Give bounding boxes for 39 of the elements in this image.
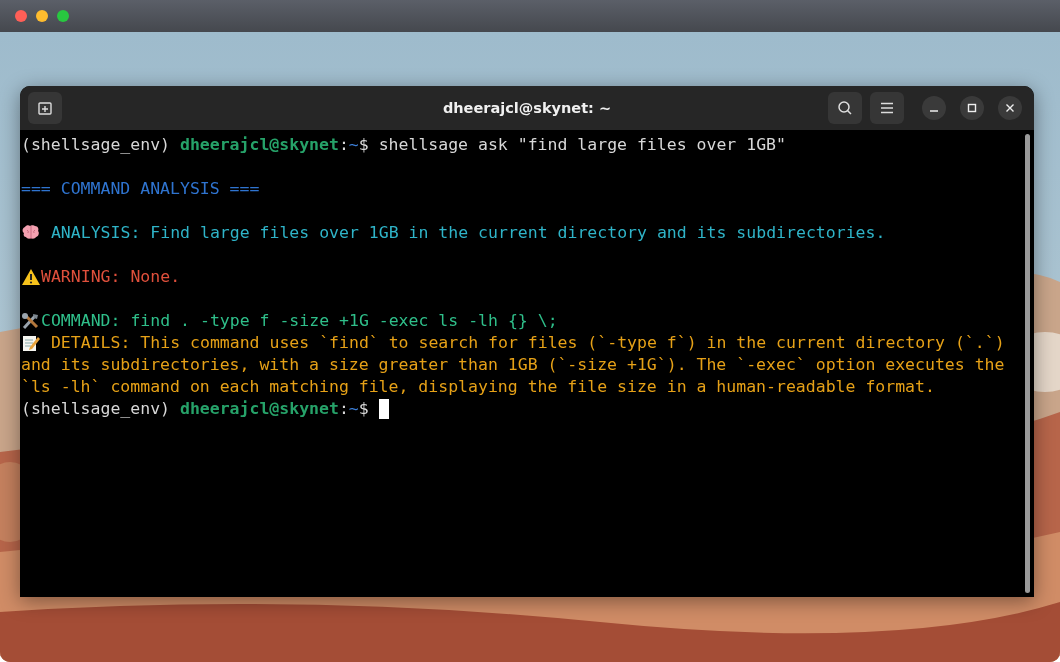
new-tab-button[interactable] <box>28 92 62 124</box>
memo-icon <box>21 334 41 352</box>
terminal-text: : <box>338 398 349 420</box>
terminal-text: (shellsage_env) <box>21 398 171 420</box>
terminal-text: (shellsage_env) <box>21 134 171 156</box>
menu-icon <box>880 102 894 114</box>
prompt-user: dheerajcl@skynet <box>179 398 339 420</box>
window-title: dheerajcl@skynet: ~ <box>442 100 612 116</box>
prompt-path: ~ <box>348 398 359 420</box>
minimize-dot-icon[interactable] <box>36 10 48 22</box>
terminal-text: : <box>338 134 349 156</box>
menu-button[interactable] <box>870 92 904 124</box>
close-dot-icon[interactable] <box>15 10 27 22</box>
warning-text: WARNING: None. <box>41 266 181 288</box>
scrollbar[interactable] <box>1025 134 1030 593</box>
prompt-path: ~ <box>348 134 359 156</box>
details-text: `ls -lh` command on each matching file, displaying the file size in a human-readable format. <box>21 376 935 398</box>
close-icon <box>1005 103 1015 113</box>
terminal-text: $ <box>358 398 370 420</box>
prompt-user: dheerajcl@skynet <box>179 134 339 156</box>
warning-icon <box>21 268 41 286</box>
details-text: and its subdirectories, with a size greater than 1GB (`-size +1G`). The `-exec` option executes the <box>21 354 1005 376</box>
search-icon <box>837 100 853 116</box>
search-button[interactable] <box>828 92 862 124</box>
new-tab-icon <box>37 100 53 116</box>
text-cursor <box>378 399 389 419</box>
close-button[interactable] <box>998 96 1022 120</box>
minimize-button[interactable] <box>922 96 946 120</box>
analysis-text: ANALYSIS: Find large files over 1GB in the current directory and its subdirectories. <box>49 222 886 244</box>
command-text: COMMAND: find . -type f -size +1G -exec ls -lh {} \; <box>41 310 558 332</box>
zoom-dot-icon[interactable] <box>57 10 69 22</box>
tools-icon <box>21 312 41 330</box>
maximize-button[interactable] <box>960 96 984 120</box>
terminal-text: $ shellsage ask "find large files over 1GB" <box>358 134 786 156</box>
minimize-icon <box>930 110 938 112</box>
maximize-icon <box>967 103 977 113</box>
brain-icon <box>21 224 41 242</box>
details-text: DETAILS: This command uses `find` to search for files (`-type f`) in the current directory (`.`) <box>49 332 1005 354</box>
section-header: === COMMAND ANALYSIS === <box>21 178 260 200</box>
